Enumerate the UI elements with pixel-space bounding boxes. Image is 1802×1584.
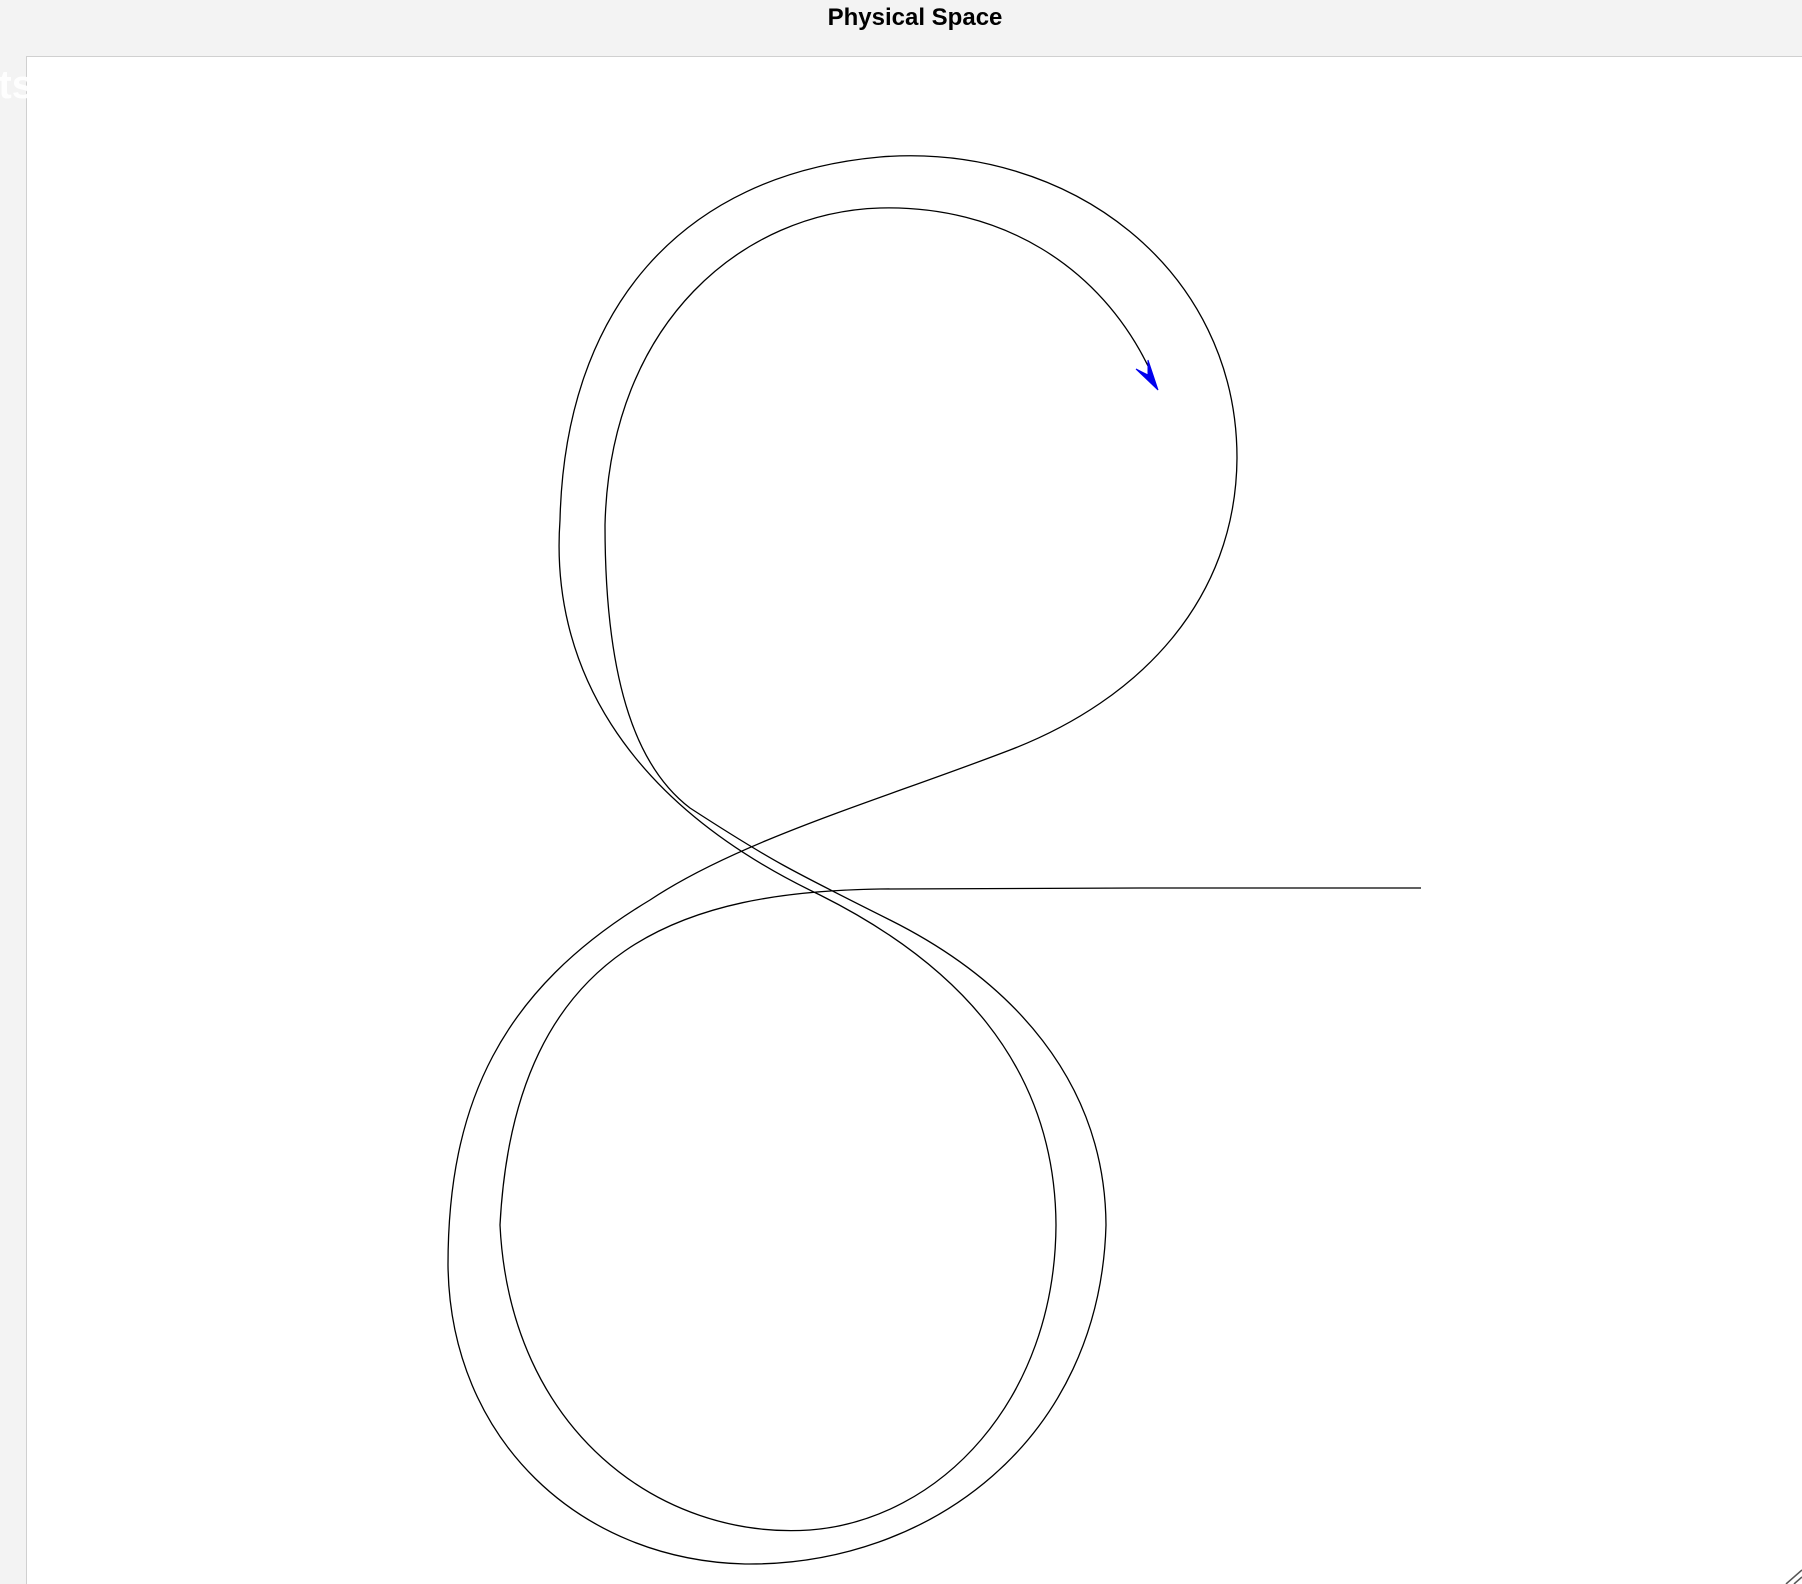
resize-grip-icon[interactable] (1785, 1569, 1802, 1584)
physical-space-window: Physical Space nts (0, 0, 1802, 1584)
trajectory-plot (447, 155, 1802, 1584)
trajectory-path (447, 155, 1421, 1565)
